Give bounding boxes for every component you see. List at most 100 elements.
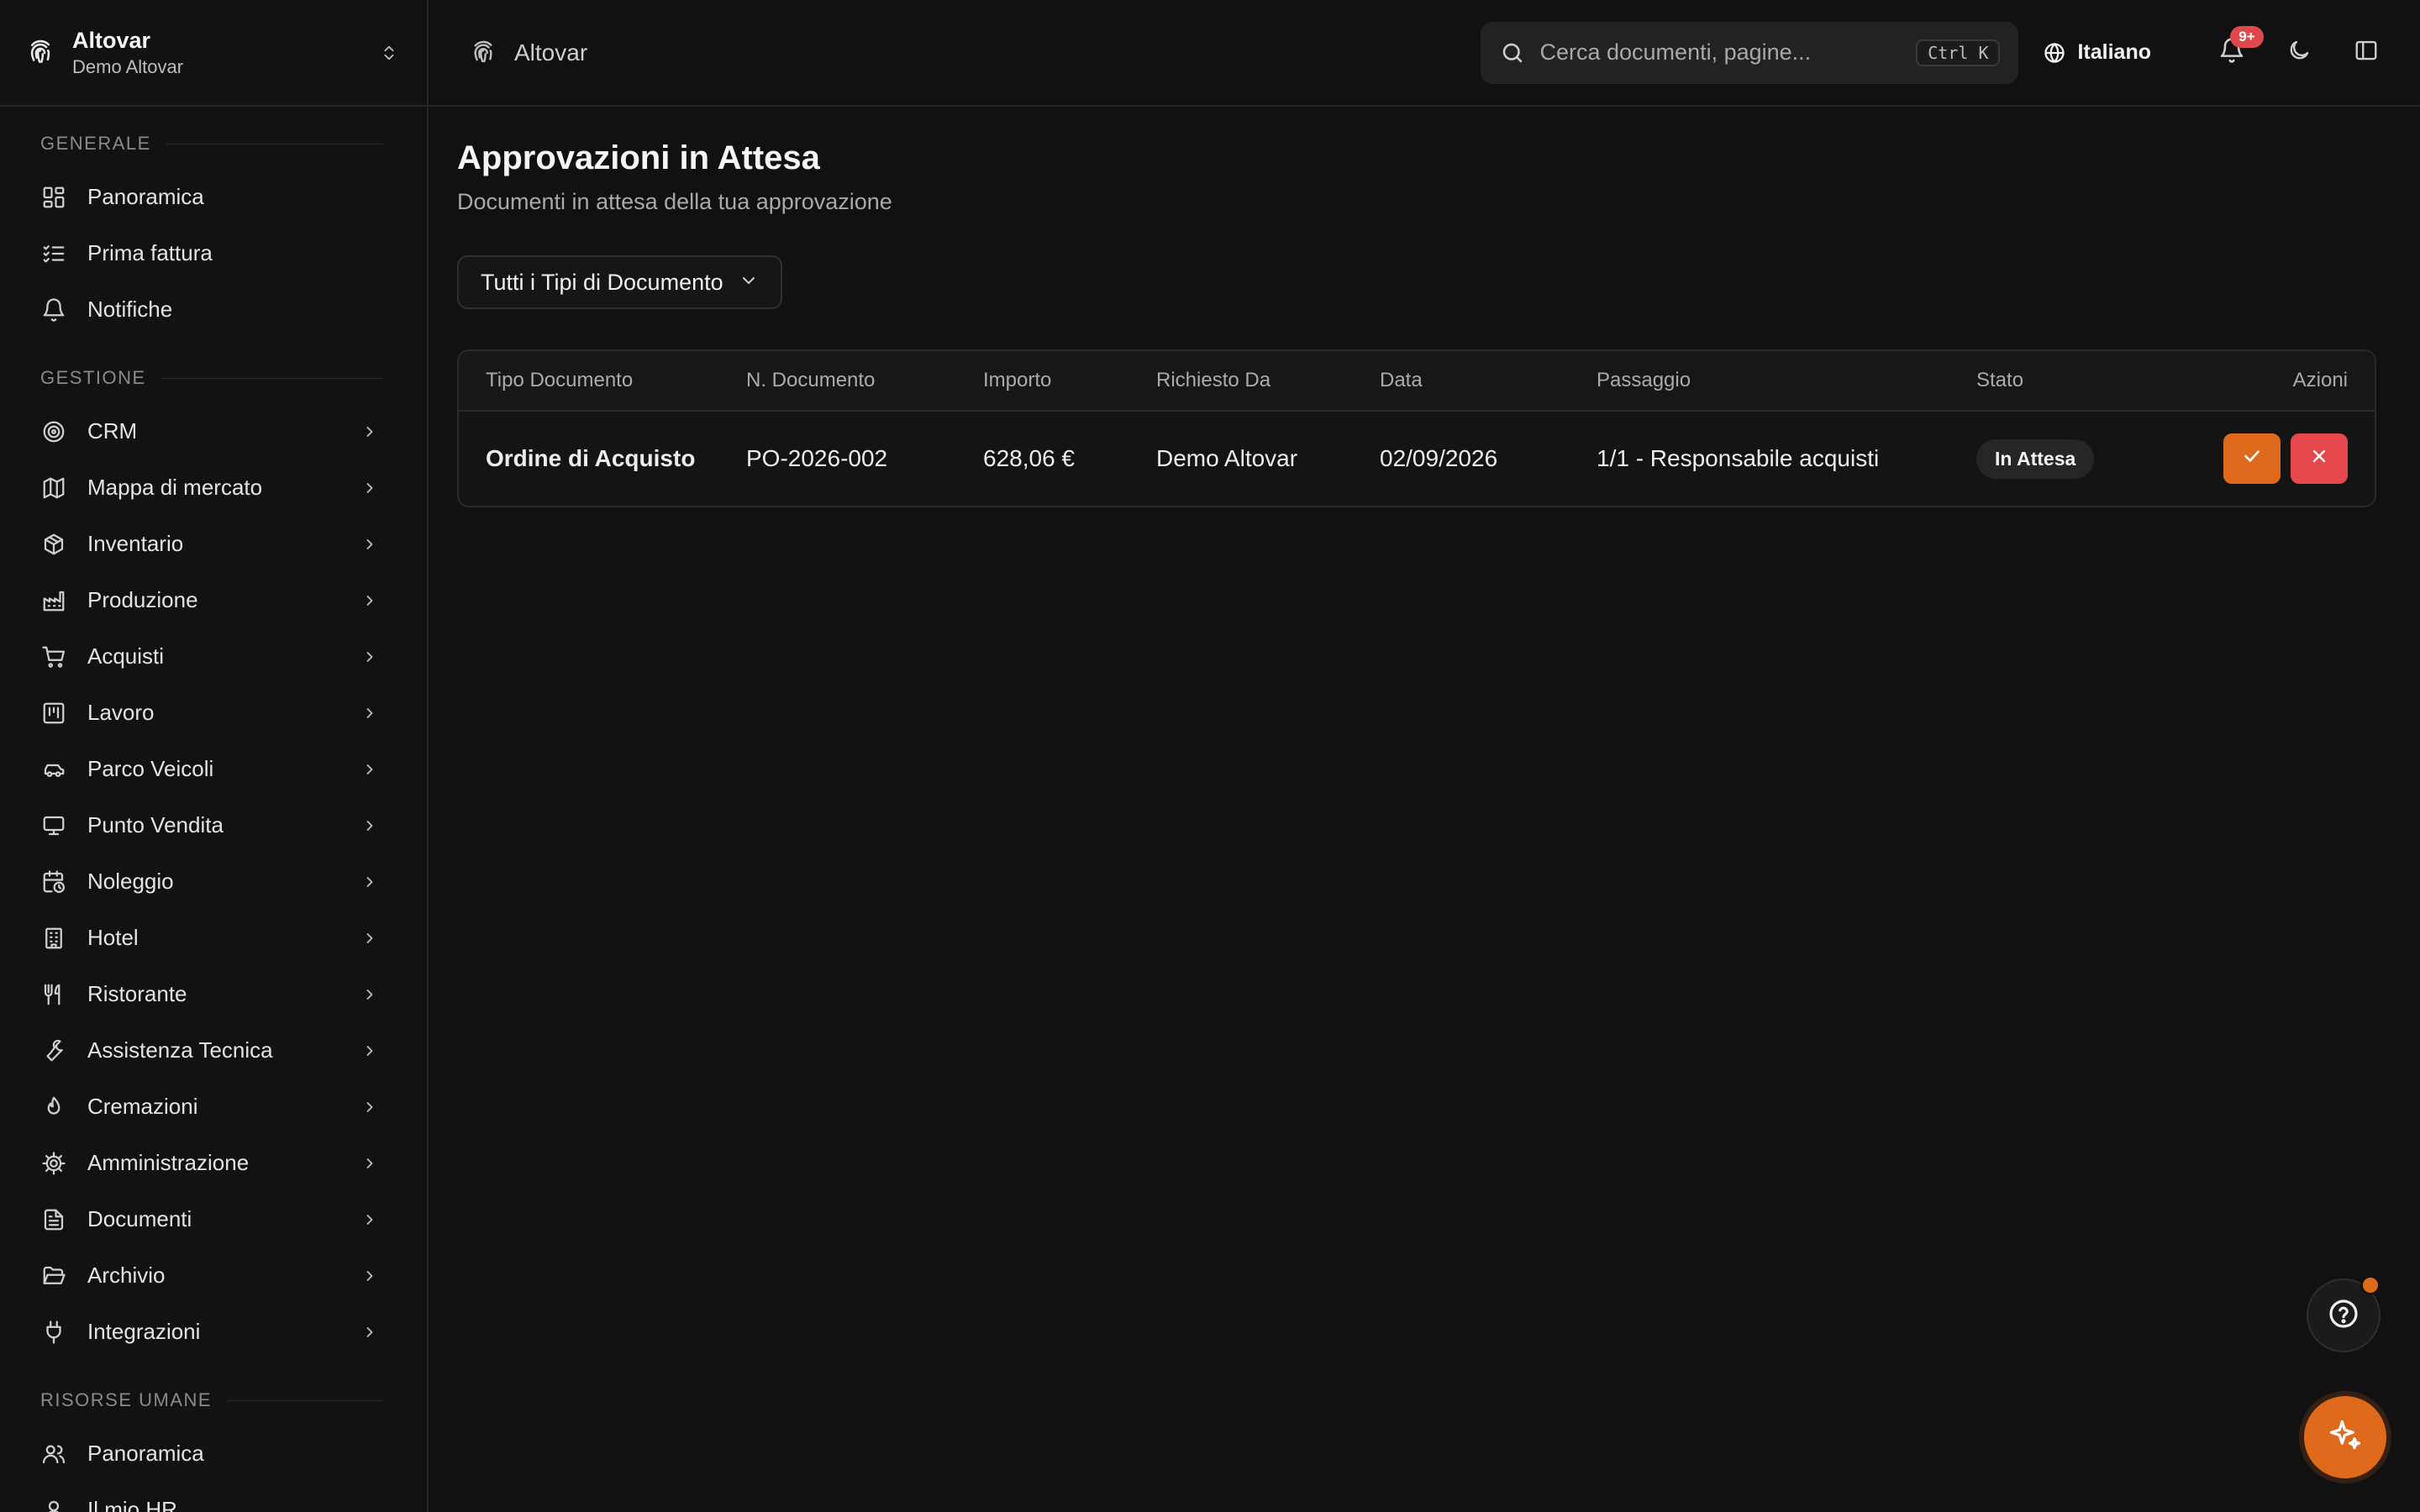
sidebar: Altovar Demo Altovar GENERALE Panoramica P… — [0, 0, 429, 1512]
ai-assistant-button[interactable] — [2304, 1396, 2386, 1478]
sidebar-item-label: Amministrazione — [87, 1150, 250, 1175]
sidebar-item-label: Panoramica — [87, 1441, 204, 1466]
sidebar-item-il-mio-hr[interactable]: Il mio HR — [0, 1482, 427, 1512]
fingerprint-icon — [25, 38, 55, 68]
sidebar-item-cremazioni[interactable]: Cremazioni — [0, 1079, 427, 1135]
section-header: GENERALE — [0, 129, 427, 159]
chevron-right-icon — [360, 928, 380, 948]
breadcrumb-label[interactable]: Altovar — [514, 39, 587, 66]
approve-button[interactable] — [2223, 433, 2281, 484]
cell-requested-by: Demo Altovar — [1156, 445, 1298, 471]
notifications-button[interactable]: 9+ — [2207, 25, 2264, 78]
sidebar-item-inventario[interactable]: Inventario — [0, 516, 427, 572]
bell-icon — [40, 297, 67, 323]
cell-document-type: Ordine di Acquisto — [486, 445, 696, 471]
col-header: N. Documento — [746, 369, 876, 391]
sparkles-icon — [2327, 1417, 2364, 1458]
sidebar-item-label: Produzione — [87, 587, 198, 612]
table-row[interactable]: Ordine di Acquisto PO-2026-002 628,06 € … — [459, 412, 2375, 506]
cell-status: In Attesa — [1976, 438, 2181, 479]
sidebar-item-mappa-di-mercato[interactable]: Mappa di mercato — [0, 459, 427, 516]
cart-icon — [40, 643, 67, 670]
sidebar-item-prima-fattura[interactable]: Prima fattura — [0, 225, 427, 281]
language-selector[interactable]: Italiano — [2042, 40, 2151, 66]
sidebar-item-assistenza-tecnica[interactable]: Assistenza Tecnica — [0, 1022, 427, 1079]
section-header: RISORSE UMANE — [0, 1385, 427, 1415]
sidebar-item-panoramica[interactable]: Panoramica — [0, 169, 427, 225]
help-notification-dot — [2360, 1275, 2381, 1295]
moon-icon — [2286, 38, 2312, 67]
nav-section: GENERALE Panoramica Prima fattura Notifiche — [0, 129, 427, 338]
toggle-panel-button[interactable] — [2341, 28, 2391, 78]
wrench-icon — [40, 1037, 67, 1064]
check-icon — [2241, 445, 2263, 473]
chevron-right-icon — [360, 703, 380, 723]
reject-button[interactable] — [2291, 433, 2348, 484]
help-button[interactable] — [2307, 1275, 2381, 1352]
sidebar-item-label: Parco Veicoli — [87, 756, 214, 781]
calendar-clock-icon — [40, 869, 67, 895]
col-header: Passaggio — [1597, 369, 1691, 391]
cell-date: 02/09/2026 — [1380, 445, 1498, 471]
chevron-right-icon — [360, 1322, 380, 1342]
sidebar-item-documenti[interactable]: Documenti — [0, 1191, 427, 1247]
col-header: Azioni — [2292, 369, 2348, 391]
sidebar-item-noleggio[interactable]: Noleggio — [0, 853, 427, 910]
cell-document-number: PO-2026-002 — [746, 445, 888, 471]
cell-step: 1/1 - Responsabile acquisti — [1597, 445, 1880, 471]
sidebar-item-panoramica[interactable]: Panoramica — [0, 1425, 427, 1482]
sidebar-nav: GENERALE Panoramica Prima fattura Notifiche… — [0, 107, 427, 1512]
folder-open-icon — [40, 1263, 67, 1289]
factory-icon — [40, 587, 67, 614]
search-input[interactable] — [1539, 39, 1917, 66]
document-type-filter[interactable]: Tutti i Tipi di Documento — [457, 255, 782, 309]
sidebar-item-integrazioni[interactable]: Integrazioni — [0, 1304, 427, 1360]
dashboard-icon — [40, 184, 67, 211]
plug-icon — [40, 1319, 67, 1346]
sidebar-item-label: Ristorante — [87, 981, 187, 1006]
section-header: GESTIONE — [0, 363, 427, 393]
sidebar-item-parco-veicoli[interactable]: Parco Veicoli — [0, 741, 427, 797]
approvals-table: Tipo Documento N. Documento Importo Rich… — [457, 349, 2376, 507]
chevron-right-icon — [360, 1041, 380, 1061]
sidebar-item-label: Il mio HR — [87, 1497, 177, 1512]
org-switcher[interactable]: Altovar Demo Altovar — [0, 0, 427, 107]
sidebar-item-crm[interactable]: CRM — [0, 403, 427, 459]
sidebar-item-ristorante[interactable]: Ristorante — [0, 966, 427, 1022]
org-subtitle: Demo Altovar — [72, 55, 184, 77]
main-content: Approvazioni in Attesa Documenti in atte… — [429, 107, 2420, 1512]
kanban-icon — [40, 700, 67, 727]
panel-left-icon — [2354, 38, 2379, 67]
page-subtitle: Documenti in attesa della tua approvazio… — [457, 189, 892, 214]
close-icon — [2309, 445, 2329, 472]
cell-amount: 628,06 € — [983, 445, 1075, 471]
user-icon — [40, 1497, 67, 1512]
gear-icon — [40, 1150, 67, 1177]
chevrons-up-down-icon — [378, 42, 400, 64]
sidebar-item-produzione[interactable]: Produzione — [0, 572, 427, 628]
col-header: Richiesto Da — [1156, 369, 1271, 391]
theme-toggle-button[interactable] — [2274, 28, 2324, 78]
app-root: Altovar Demo Altovar GENERALE Panoramica P… — [0, 0, 2420, 1512]
sidebar-item-punto-vendita[interactable]: Punto Vendita — [0, 797, 427, 853]
sidebar-item-hotel[interactable]: Hotel — [0, 910, 427, 966]
sidebar-item-lavoro[interactable]: Lavoro — [0, 685, 427, 741]
section-divider — [227, 1399, 383, 1401]
sidebar-item-notifiche[interactable]: Notifiche — [0, 281, 427, 338]
search-box[interactable]: Ctrl K — [1481, 21, 2019, 84]
sidebar-item-label: CRM — [87, 418, 138, 444]
chevron-right-icon — [360, 984, 380, 1005]
org-text: Altovar Demo Altovar — [72, 26, 378, 80]
target-icon — [40, 418, 67, 445]
sidebar-item-label: Integrazioni — [87, 1319, 201, 1344]
chevron-right-icon — [360, 759, 380, 780]
chevron-right-icon — [360, 478, 380, 498]
sidebar-item-archivio[interactable]: Archivio — [0, 1247, 427, 1304]
sidebar-item-acquisti[interactable]: Acquisti — [0, 628, 427, 685]
map-icon — [40, 475, 67, 501]
users-icon — [40, 1441, 67, 1467]
sidebar-item-label: Archivio — [87, 1263, 166, 1288]
sidebar-item-amministrazione[interactable]: Amministrazione — [0, 1135, 427, 1191]
chevron-right-icon — [360, 534, 380, 554]
chevron-right-icon — [360, 591, 380, 611]
